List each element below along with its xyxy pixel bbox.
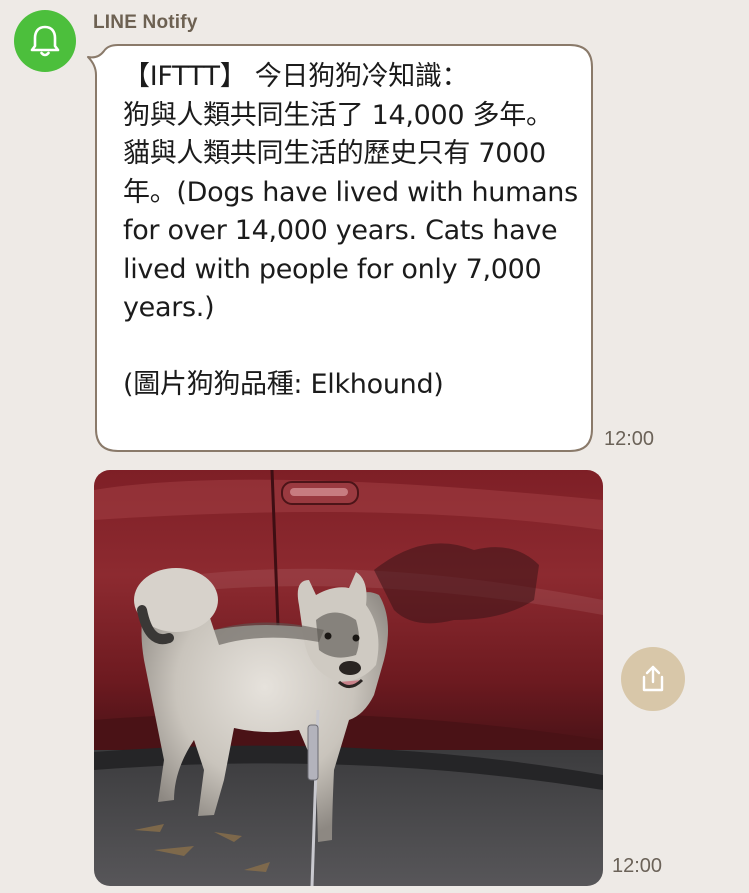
message-bubble[interactable]: 【IFTTT】 今日狗狗冷知識： 狗與人類共同生活了 14,000 多年。貓與人… [84,43,594,454]
message-time: 12:00 [604,428,655,450]
photo-message[interactable] [94,470,603,886]
sender-avatar[interactable] [14,10,76,72]
photo-time: 12:00 [612,855,663,877]
share-icon [642,665,664,692]
sender-name: LINE Notify [93,12,198,33]
bell-icon [30,25,60,57]
dog-photo [94,470,603,886]
share-button[interactable] [621,647,685,711]
chat-room: LINE Notify 【IFTTT】 今日狗狗冷知識： 狗與人類共同生活了 1… [0,0,749,893]
message-text: 【IFTTT】 今日狗狗冷知識： 狗與人類共同生活了 14,000 多年。貓與人… [123,61,578,400]
